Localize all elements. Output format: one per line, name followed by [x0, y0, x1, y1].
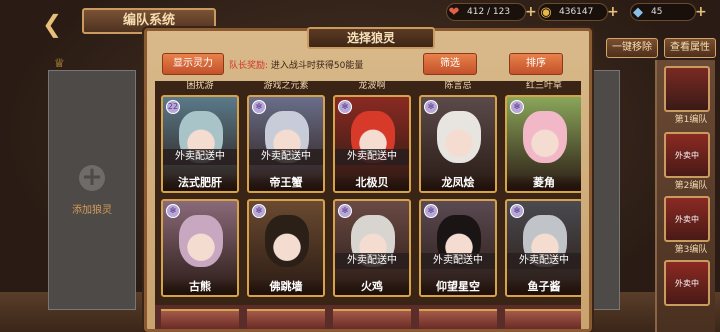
gem-value: 45	[651, 7, 663, 17]
team-slot-1[interactable]	[664, 66, 710, 112]
crystal-icon: ◆	[633, 4, 643, 20]
gem-plus-button[interactable]: +	[695, 4, 709, 20]
delivery-status: 外卖配送中	[249, 149, 323, 165]
partial-name-5: 红三叶草	[525, 81, 562, 91]
gem-bar: ◆ 45 +	[630, 3, 707, 21]
character-portrait	[265, 215, 309, 267]
spirit-name: 佛跳墙	[249, 279, 323, 295]
delivery-status: 外卖配送中	[335, 149, 409, 165]
spirit-name: 龙凤烩	[421, 175, 495, 191]
add-spirit-label: 添加狼灵	[72, 204, 112, 216]
element-badge: ✻	[252, 100, 266, 114]
delivery-status: 外卖配送中	[421, 253, 495, 269]
team-label-2: 第2编队	[674, 181, 708, 191]
element-badge: ✻	[252, 204, 266, 218]
spirit-card[interactable]: ✻ 外卖配送中 仰望星空	[419, 199, 497, 297]
partial-name-2: 游戏之元素	[263, 81, 309, 91]
modal-title: 选择狼灵	[307, 27, 435, 49]
character-portrait	[437, 111, 481, 163]
spirit-card[interactable]: ✻ 古熊	[161, 199, 239, 297]
spirit-card[interactable]: ✻ 佛跳墙	[247, 199, 325, 297]
spirit-card[interactable]: 22 外卖配送中 法式肥肝	[161, 95, 239, 193]
select-spirit-modal: 选择狼灵 显示灵力 队长奖励: 进入战斗时获得50能量 筛选 排序 困扰游 游戏…	[144, 27, 592, 332]
gold-value: 436147	[559, 7, 594, 17]
view-attributes-button[interactable]: 查看属性	[664, 38, 716, 58]
character-portrait	[179, 215, 223, 267]
spirit-name: 法式肥肝	[163, 175, 237, 191]
delivery-status: 外卖配送中	[507, 253, 581, 269]
spirit-name: 菱角	[507, 175, 581, 191]
element-badge: ✻	[338, 100, 352, 114]
captain-bonus: 队长奖励: 进入战斗时获得50能量	[229, 58, 363, 71]
delivery-status: 外卖配送中	[163, 149, 237, 165]
spirit-name: 仰望星空	[421, 279, 495, 295]
team-label-3: 第3编队	[674, 245, 708, 255]
spirit-card[interactable]: ✻ 外卖配送中 火鸡	[333, 199, 411, 297]
spirit-name: 火鸡	[335, 279, 409, 295]
element-badge: ✻	[166, 204, 180, 218]
spirit-card[interactable]: ✻ 菱角	[505, 95, 581, 193]
team-label-1: 第1编队	[674, 115, 708, 125]
spirit-card[interactable]: ✻ 外卖配送中 帝王蟹	[247, 95, 325, 193]
character-portrait	[523, 111, 567, 163]
level-badge: 22	[166, 100, 180, 114]
element-badge: ✻	[338, 204, 352, 218]
stamina-value: 412 / 123	[467, 7, 511, 17]
element-badge: ✻	[510, 204, 524, 218]
back-arrow-icon: ❮	[41, 10, 63, 38]
filter-button[interactable]: 筛选	[423, 53, 477, 75]
partial-name-3: 龙波啊	[358, 81, 386, 91]
gold-plus-button[interactable]: +	[607, 4, 621, 20]
spirit-grid: 困扰游 游戏之元素 龙波啊 陈言忌 红三叶草 22 外卖配送中 法式肥肝 ✻ 外…	[155, 81, 581, 329]
crown-icon: ♕	[54, 56, 65, 70]
captain-bonus-label: 队长奖励:	[229, 61, 269, 71]
plus-icon: +	[79, 164, 105, 191]
card-peek	[505, 309, 581, 329]
add-spirit-slot[interactable]: + 添加狼灵	[48, 70, 136, 310]
stamina-bar: ❤ 412 / 123 +	[446, 3, 537, 21]
card-peek	[333, 309, 411, 329]
spirit-name: 古熊	[163, 279, 237, 295]
element-badge: ✻	[424, 100, 438, 114]
back-button[interactable]: ❮	[30, 10, 74, 38]
spirit-name: 帝王蟹	[249, 175, 323, 191]
delivery-status: 外卖配送中	[335, 253, 409, 269]
card-peek	[247, 309, 325, 329]
element-badge: ✻	[424, 204, 438, 218]
show-power-button[interactable]: 显示灵力	[162, 53, 224, 75]
spirit-name: 北极贝	[335, 175, 409, 191]
gold-bar: ◉ 436147 +	[538, 3, 619, 21]
heart-icon: ❤	[448, 4, 460, 20]
team-slot-4[interactable]: 外卖中	[664, 260, 710, 306]
spirit-card[interactable]: ✻ 外卖配送中 北极贝	[333, 95, 411, 193]
element-badge: ✻	[510, 100, 524, 114]
team-slot-2[interactable]: 外卖中	[664, 132, 710, 178]
slot-panel-right[interactable]	[590, 70, 620, 310]
sort-button[interactable]: 排序	[509, 53, 563, 75]
captain-bonus-text: 进入战斗时获得50能量	[270, 61, 364, 71]
team-list: 第1编队 外卖中 第2编队 外卖中 第3编队 外卖中	[655, 60, 715, 332]
coin-icon: ◉	[540, 4, 552, 20]
spirit-card[interactable]: ✻ 外卖配送中 鱼子酱	[505, 199, 581, 297]
team-slot-3[interactable]: 外卖中	[664, 196, 710, 242]
card-peek	[161, 309, 239, 329]
card-peek	[419, 309, 497, 329]
partial-name-4: 陈言忌	[444, 81, 472, 91]
next-row-peek	[155, 305, 581, 329]
remove-all-button[interactable]: 一键移除	[606, 38, 658, 58]
spirit-name: 鱼子酱	[507, 279, 581, 295]
partial-name-1: 困扰游	[186, 81, 214, 91]
spirit-card[interactable]: ✻ 龙凤烩	[419, 95, 497, 193]
